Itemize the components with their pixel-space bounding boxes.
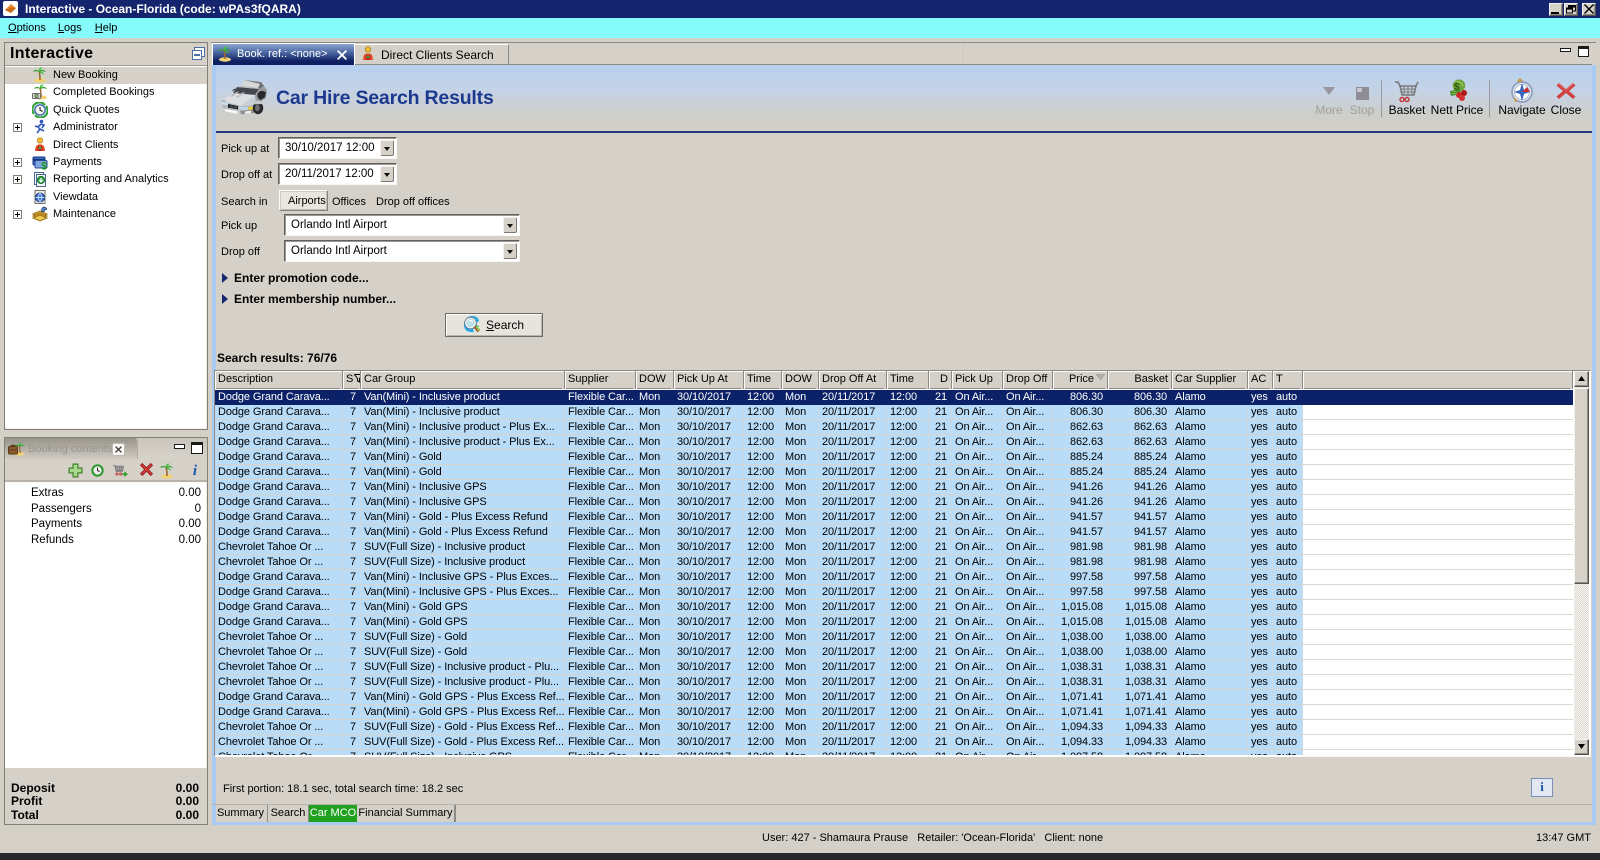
svg-text:$: $ [41, 161, 47, 171]
